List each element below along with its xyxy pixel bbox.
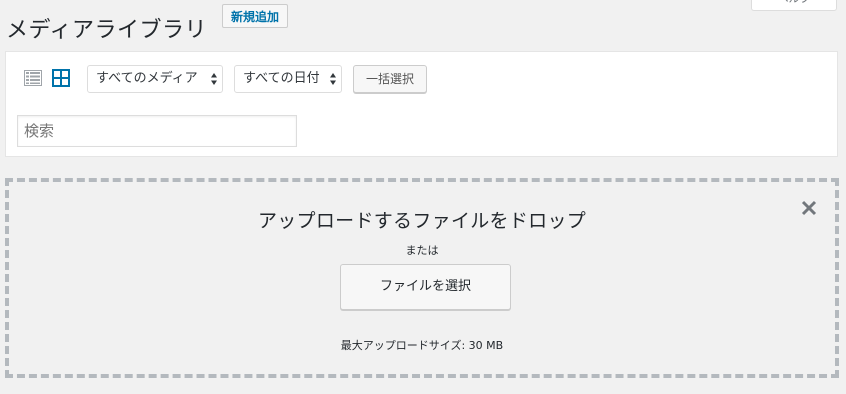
help-tab[interactable]: ヘルプ	[751, 0, 837, 11]
media-type-filter-value: すべてのメディア	[96, 71, 198, 86]
select-files-button[interactable]: ファイルを選択	[340, 264, 511, 310]
upload-drop-zone[interactable]: アップロードするファイルをドロップ または ファイルを選択 最大アップロードサイ…	[5, 178, 839, 378]
or-text: または	[405, 244, 439, 257]
add-new-button[interactable]: 新規追加	[222, 4, 289, 28]
bulk-select-button[interactable]: 一括選択	[353, 65, 427, 93]
select-arrows-icon	[210, 71, 218, 87]
page-title: メディアライブラリ	[6, 17, 207, 43]
select-arrows-icon	[329, 71, 337, 87]
search-input[interactable]	[17, 115, 297, 147]
max-upload-size: 最大アップロードサイズ: 30 MB	[340, 339, 504, 352]
media-toolbar: すべてのメディア すべての日付 一括選択	[5, 51, 838, 157]
list-view-icon[interactable]	[24, 69, 42, 87]
date-filter-value: すべての日付	[243, 71, 320, 86]
grid-view-icon[interactable]	[52, 69, 70, 87]
drop-instructions: アップロードするファイルをドロップ	[257, 210, 587, 232]
media-type-filter[interactable]: すべてのメディア	[87, 65, 223, 93]
date-filter[interactable]: すべての日付	[234, 65, 342, 93]
